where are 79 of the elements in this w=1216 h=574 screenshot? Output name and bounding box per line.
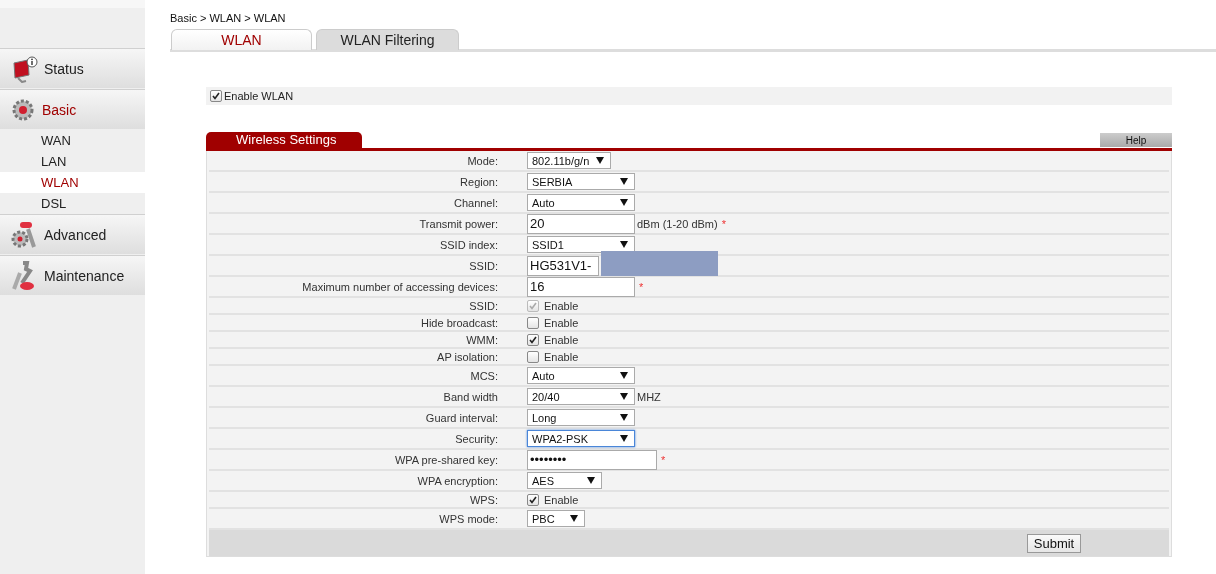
select-field[interactable]: AES xyxy=(527,472,602,489)
caret-icon xyxy=(620,393,628,400)
checkbox[interactable] xyxy=(527,350,539,363)
select-field[interactable]: PBC xyxy=(527,510,585,527)
tab[interactable]: WLAN Filtering xyxy=(316,29,459,50)
select-field[interactable]: WPA2-PSK xyxy=(527,430,635,447)
input-field[interactable]: 16 xyxy=(527,276,635,297)
caret-icon xyxy=(587,477,595,484)
field-label: SSID: xyxy=(468,299,499,312)
sidebar-subitem[interactable]: WAN xyxy=(0,130,145,151)
caret-icon xyxy=(620,178,628,185)
checkmark-icon xyxy=(212,92,220,100)
help-button[interactable]: Help xyxy=(1100,133,1172,147)
sidebar-item[interactable]: Advanced xyxy=(0,214,145,254)
field-label: SSID index: xyxy=(438,238,499,251)
input-field[interactable]: 20 xyxy=(527,213,635,234)
caret-icon xyxy=(620,372,628,379)
caret-icon xyxy=(620,241,628,248)
field-label: Transmit power: xyxy=(418,217,499,230)
tab[interactable]: WLAN xyxy=(171,29,312,50)
checkmark-icon xyxy=(529,495,537,504)
field-label: Guard interval: xyxy=(424,411,499,424)
field-label: Region: xyxy=(459,175,499,188)
checkbox-label: Enable xyxy=(544,350,579,363)
sidebar-subitem[interactable]: DSL xyxy=(0,193,145,214)
field-label: WPS mode: xyxy=(438,512,499,525)
field-label: MCS: xyxy=(469,369,499,382)
unit-text: dBm (1-20 dBm) xyxy=(637,217,718,230)
submit-button[interactable]: Submit xyxy=(1027,533,1081,553)
sidebar-item[interactable]: Maintenance xyxy=(0,255,145,295)
field-label: Mode: xyxy=(466,154,499,167)
select-field[interactable]: 20/40 xyxy=(527,388,635,405)
checkbox-label: Enable xyxy=(544,493,579,506)
field-label: WPA encryption: xyxy=(416,474,499,487)
field-label: Maximum number of accessing devices: xyxy=(301,280,499,293)
field-label: WPA pre-shared key: xyxy=(393,453,499,466)
field-label: Band width xyxy=(442,390,499,403)
caret-icon xyxy=(620,414,628,421)
checkbox[interactable] xyxy=(527,333,539,346)
select-field[interactable]: Auto xyxy=(527,194,635,211)
unit-text: MHZ xyxy=(637,390,661,403)
monitor-info-icon xyxy=(10,54,38,83)
caret-icon xyxy=(570,515,578,522)
field-label: Security: xyxy=(454,432,499,445)
caret-icon xyxy=(620,199,628,206)
sidebar-item[interactable]: Status xyxy=(0,48,145,88)
select-field[interactable]: Long xyxy=(527,409,635,426)
checkmark-icon xyxy=(529,301,537,310)
checkbox[interactable] xyxy=(210,90,222,102)
required-mark: * xyxy=(661,453,666,466)
checkbox-label: Enable WLAN xyxy=(224,90,294,102)
field-label: Hide broadcast: xyxy=(419,316,499,329)
checkmark-icon xyxy=(529,335,537,344)
select-field[interactable]: SSID1 xyxy=(527,236,635,253)
checkbox[interactable] xyxy=(527,316,539,329)
section-title: Wireless Settings xyxy=(206,132,362,148)
field-label: SSID: xyxy=(468,259,499,272)
field-label: WMM: xyxy=(465,333,499,346)
breadcrumb: Basic > WLAN > WLAN xyxy=(170,12,287,25)
sidebar-subitem[interactable]: WLAN xyxy=(0,172,145,193)
checkbox[interactable] xyxy=(527,493,539,506)
password-field[interactable]: •••••••• xyxy=(527,449,657,470)
field-label: AP isolation: xyxy=(436,350,499,363)
required-mark: * xyxy=(721,217,726,230)
field-label: WPS: xyxy=(468,493,499,506)
select-field[interactable]: 802.11b/g/n xyxy=(527,152,611,169)
sidebar-subitem[interactable]: LAN xyxy=(0,151,145,172)
checkbox-label: Enable xyxy=(544,333,579,346)
field-label: Channel: xyxy=(452,196,499,209)
required-mark: * xyxy=(639,280,644,293)
checkbox-label: Enable xyxy=(544,316,579,329)
input-field[interactable]: HG531V1- xyxy=(527,255,599,276)
sidebar-item[interactable]: Basic xyxy=(0,89,145,129)
select-field[interactable]: Auto xyxy=(527,367,635,384)
gears-icon xyxy=(10,220,38,249)
caret-icon xyxy=(596,157,604,164)
select-field[interactable]: SERBIA xyxy=(527,173,635,190)
checkbox-label: Enable xyxy=(544,299,579,312)
caret-icon xyxy=(620,435,628,442)
